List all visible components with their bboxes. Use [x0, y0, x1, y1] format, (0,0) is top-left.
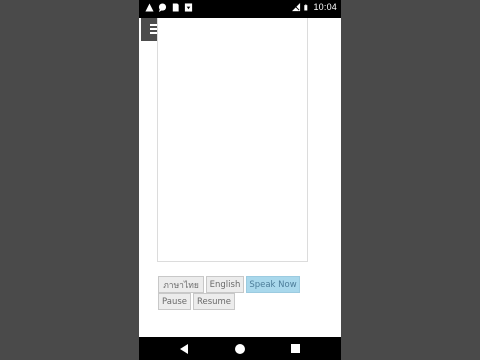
- battery-icon: [304, 4, 308, 10]
- transcript-text-area[interactable]: [157, 18, 308, 262]
- alert-triangle-icon: [145, 3, 154, 12]
- resume-button[interactable]: Resume: [193, 293, 235, 310]
- recent-apps-icon[interactable]: [291, 344, 300, 353]
- chat-bubble-icon: [158, 3, 167, 12]
- signal-wifi-icon: [292, 2, 301, 11]
- navigation-bar: [139, 337, 341, 360]
- system-status: 10:04: [292, 2, 337, 12]
- status-bar: 10:04: [139, 0, 341, 18]
- sim-card-icon: [172, 3, 179, 12]
- thai-language-button[interactable]: ภาษาไทย: [158, 276, 204, 293]
- back-icon[interactable]: [180, 344, 188, 354]
- download-icon: [184, 3, 193, 12]
- english-language-button[interactable]: English: [206, 276, 244, 293]
- notification-icons: [145, 3, 193, 12]
- clock: 10:04: [313, 2, 337, 12]
- speak-now-button[interactable]: Speak Now: [246, 276, 300, 293]
- pause-button[interactable]: Pause: [158, 293, 191, 310]
- home-icon[interactable]: [235, 344, 245, 354]
- phone-screen: 10:04 ภาษาไทย English Speak Now Pause Re…: [139, 0, 341, 360]
